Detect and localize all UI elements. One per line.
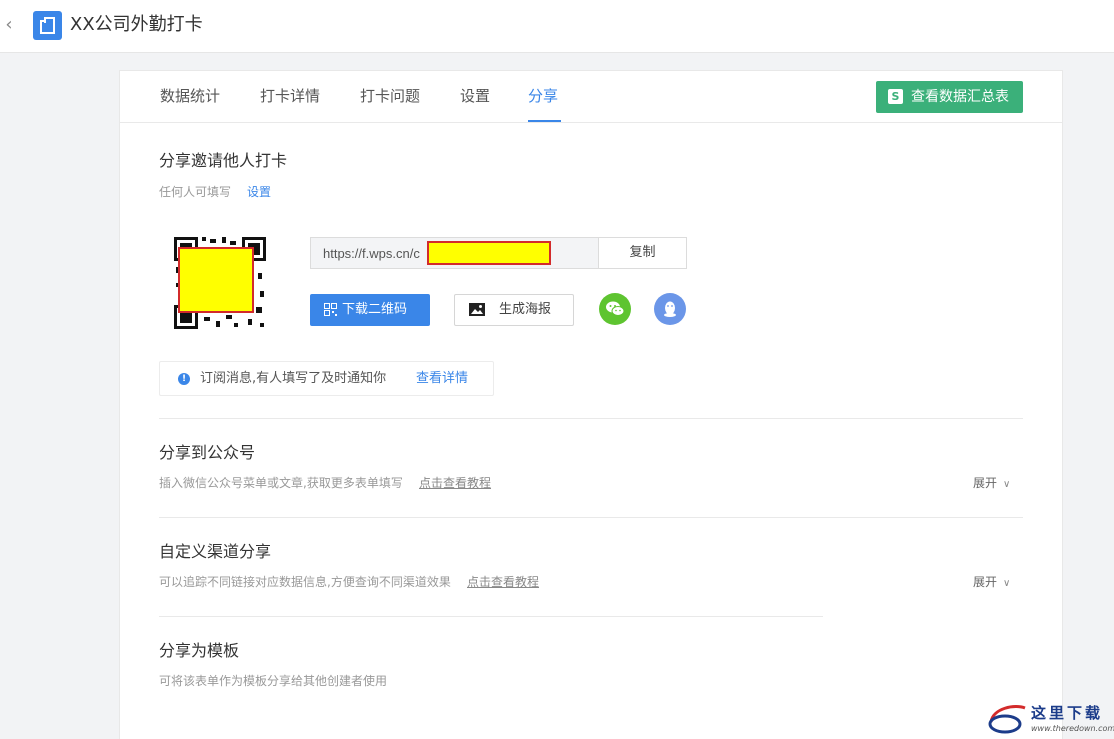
custom-channel-tutorial-link[interactable]: 点击查看教程 (467, 573, 539, 591)
share-url-text: https://f.wps.cn/c (323, 246, 420, 261)
generate-poster-label: 生成海报 (499, 302, 552, 317)
form-app-icon (33, 11, 62, 40)
custom-channel-section-title: 自定义渠道分享 (159, 542, 272, 561)
permission-settings-link[interactable]: 设置 (247, 183, 271, 201)
chevron-down-icon: ∨ (1003, 479, 1011, 490)
top-bar: ‹ XX公司外勤打卡 (0, 0, 1114, 53)
divider (159, 418, 1023, 419)
wechat-icon (606, 301, 625, 316)
tab-settings[interactable]: 设置 (460, 85, 490, 107)
redaction-box (427, 241, 551, 265)
wechat-official-tutorial-link[interactable]: 点击查看教程 (419, 474, 491, 492)
view-summary-button[interactable]: S 查看数据汇总表 (876, 81, 1023, 113)
wechat-official-section-title: 分享到公众号 (159, 443, 256, 462)
download-qr-label: 下载二维码 (342, 302, 408, 317)
view-details-link[interactable]: 查看详情 (416, 370, 468, 388)
tab-bar: 数据统计 打卡详情 打卡问题 设置 分享 S 查看数据汇总表 (120, 71, 1062, 123)
expand-label: 展开 (973, 575, 998, 589)
watermark-text: 这里下载 (1031, 704, 1104, 722)
subscribe-message: 订阅消息,有人填写了及时通知你 (200, 371, 387, 386)
tab-punch-questions[interactable]: 打卡问题 (360, 85, 420, 107)
expand-label: 展开 (973, 476, 998, 490)
share-url-field[interactable]: https://f.wps.cn/c 复制 (310, 237, 687, 269)
subscribe-notice: ! 订阅消息,有人填写了及时通知你 查看详情 (159, 361, 494, 396)
watermark-logo-icon (988, 705, 1026, 734)
chevron-down-icon: ∨ (1003, 578, 1011, 589)
template-desc: 可将该表单作为模板分享给其他创建者使用 (159, 674, 388, 688)
page-title: XX公司外勤打卡 (70, 14, 203, 35)
redaction-box (178, 247, 254, 313)
tab-punch-details[interactable]: 打卡详情 (260, 85, 320, 107)
spreadsheet-s-icon: S (888, 89, 903, 104)
chevron-left-icon[interactable]: ‹ (0, 14, 18, 36)
download-qr-button[interactable]: 下载二维码 (310, 294, 430, 326)
qq-share-button[interactable] (654, 293, 686, 325)
generate-poster-button[interactable]: 生成海报 (454, 294, 574, 326)
active-tab-indicator (528, 120, 561, 122)
template-section-title: 分享为模板 (159, 641, 240, 660)
wechat-official-expand-toggle[interactable]: 展开 ∨ (973, 474, 1010, 494)
permission-text: 任何人可填写 (159, 185, 232, 199)
invite-section-title: 分享邀请他人打卡 (159, 151, 288, 170)
main-card: 数据统计 打卡详情 打卡问题 设置 分享 S 查看数据汇总表 分享邀请他人打卡 … (119, 70, 1063, 739)
qr-grid-icon (324, 303, 337, 316)
info-icon: ! (178, 373, 190, 385)
tab-statistics[interactable]: 数据统计 (160, 85, 220, 107)
copy-button[interactable]: 复制 (598, 237, 687, 269)
custom-channel-expand-toggle[interactable]: 展开 ∨ (973, 573, 1010, 593)
tab-share[interactable]: 分享 (528, 85, 558, 107)
image-icon (469, 303, 485, 316)
divider (159, 517, 1023, 518)
qq-penguin-icon (664, 301, 676, 317)
site-watermark: 这里下载 www.theredown.com (985, 700, 1114, 738)
wechat-official-desc: 插入微信公众号菜单或文章,获取更多表单填写 (159, 476, 403, 490)
view-summary-label: 查看数据汇总表 (911, 89, 1009, 105)
divider (159, 616, 823, 617)
watermark-url: www.theredown.com (1031, 724, 1114, 733)
custom-channel-desc: 可以追踪不同链接对应数据信息,方便查询不同渠道效果 (159, 575, 451, 589)
wechat-share-button[interactable] (599, 293, 631, 325)
